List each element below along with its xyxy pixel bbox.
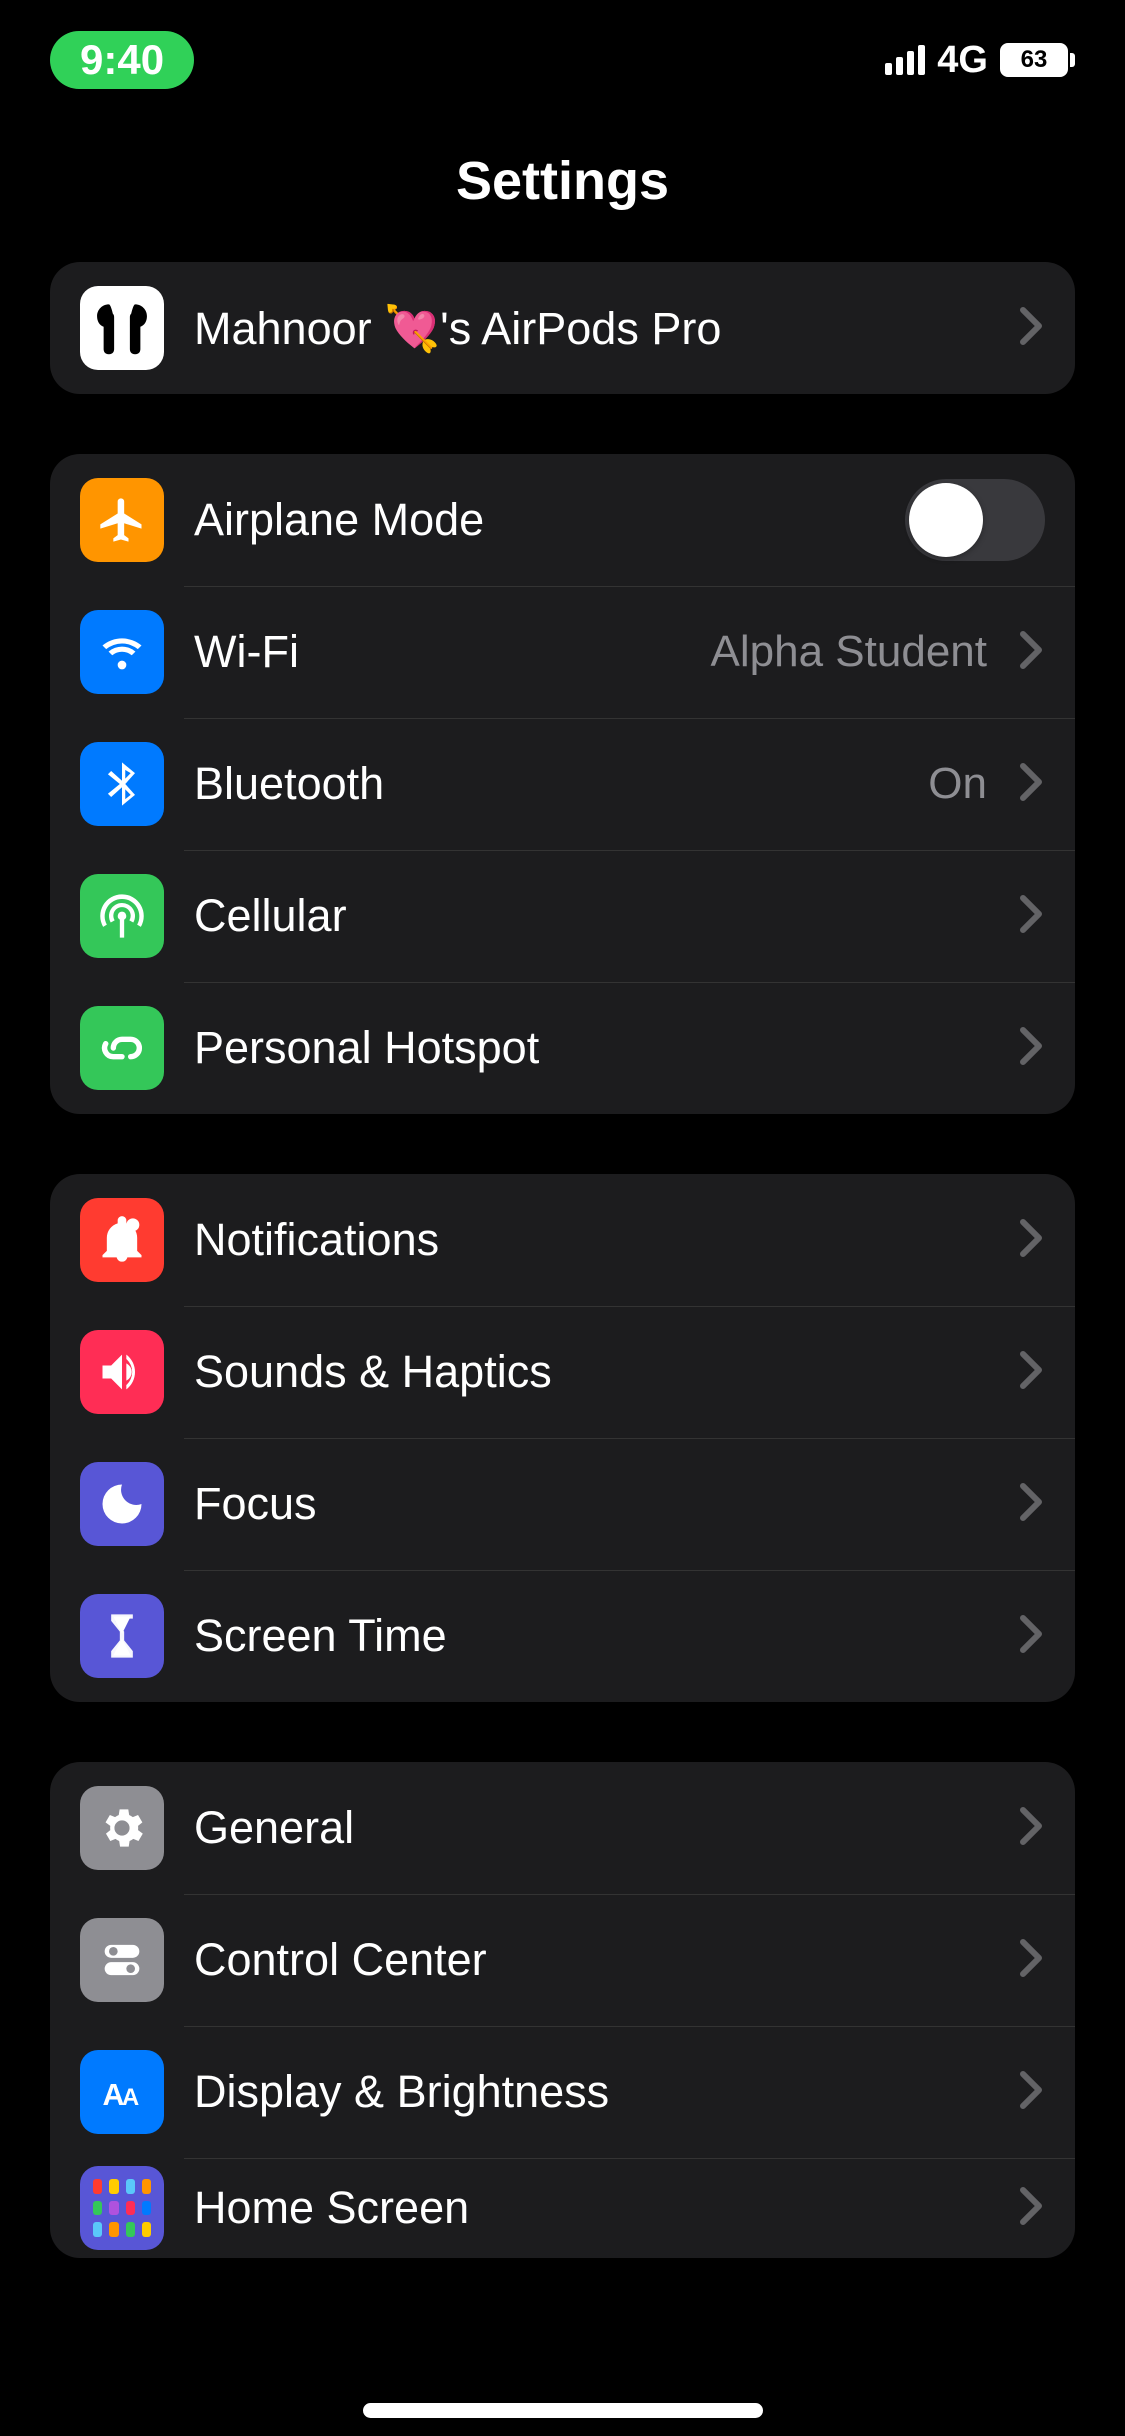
cellular-signal-icon xyxy=(885,45,925,75)
group-airpods: Mahnoor 💘's AirPods Pro xyxy=(50,262,1075,394)
display-icon: AA xyxy=(80,2050,164,2134)
network-label: 4G xyxy=(937,39,988,82)
hotspot-icon xyxy=(80,1006,164,1090)
chevron-right-icon xyxy=(1017,1614,1045,1659)
hotspot-label: Personal Hotspot xyxy=(194,1022,987,1074)
chevron-right-icon xyxy=(1017,306,1045,351)
row-airpods[interactable]: Mahnoor 💘's AirPods Pro xyxy=(50,262,1075,394)
focus-label: Focus xyxy=(194,1478,987,1530)
row-hotspot[interactable]: Personal Hotspot xyxy=(50,982,1075,1114)
group-alerts: Notifications Sounds & Haptics Focus xyxy=(50,1174,1075,1702)
wifi-icon xyxy=(80,610,164,694)
chevron-right-icon xyxy=(1017,630,1045,675)
screen-time-icon xyxy=(80,1594,164,1678)
chevron-right-icon xyxy=(1017,1026,1045,1071)
group-connectivity: Airplane Mode Wi-Fi Alpha Student Blueto… xyxy=(50,454,1075,1114)
home-screen-icon xyxy=(80,2166,164,2250)
general-icon xyxy=(80,1786,164,1870)
bluetooth-label: Bluetooth xyxy=(194,758,898,810)
notifications-label: Notifications xyxy=(194,1214,987,1266)
home-screen-label: Home Screen xyxy=(194,2182,987,2234)
row-cellular[interactable]: Cellular xyxy=(50,850,1075,982)
chevron-right-icon xyxy=(1017,2070,1045,2115)
status-right: 4G 63 xyxy=(885,39,1075,82)
row-control-center[interactable]: Control Center xyxy=(50,1894,1075,2026)
airplane-label: Airplane Mode xyxy=(194,494,875,546)
cellular-label: Cellular xyxy=(194,890,987,942)
chevron-right-icon xyxy=(1017,894,1045,939)
group-system: General Control Center AA Display & Brig… xyxy=(50,1762,1075,2258)
row-screen-time[interactable]: Screen Time xyxy=(50,1570,1075,1702)
notifications-icon xyxy=(80,1198,164,1282)
display-label: Display & Brightness xyxy=(194,2066,987,2118)
battery-icon: 63 xyxy=(1000,43,1075,77)
row-display[interactable]: AA Display & Brightness xyxy=(50,2026,1075,2158)
airpods-icon xyxy=(80,286,164,370)
focus-icon xyxy=(80,1462,164,1546)
home-indicator[interactable] xyxy=(363,2403,763,2418)
svg-text:A: A xyxy=(122,2084,139,2111)
airplane-toggle[interactable] xyxy=(905,479,1045,561)
row-bluetooth[interactable]: Bluetooth On xyxy=(50,718,1075,850)
chevron-right-icon xyxy=(1017,1482,1045,1527)
row-focus[interactable]: Focus xyxy=(50,1438,1075,1570)
bluetooth-detail: On xyxy=(928,759,987,809)
row-airplane-mode[interactable]: Airplane Mode xyxy=(50,454,1075,586)
sounds-label: Sounds & Haptics xyxy=(194,1346,987,1398)
sounds-icon xyxy=(80,1330,164,1414)
status-bar: 9:40 4G 63 xyxy=(0,0,1125,120)
page-header: Settings xyxy=(0,120,1125,262)
row-home-screen[interactable]: Home Screen xyxy=(50,2158,1075,2258)
chevron-right-icon xyxy=(1017,1938,1045,1983)
page-title: Settings xyxy=(0,150,1125,212)
control-center-icon xyxy=(80,1918,164,2002)
wifi-detail: Alpha Student xyxy=(711,627,987,677)
row-general[interactable]: General xyxy=(50,1762,1075,1894)
general-label: General xyxy=(194,1802,987,1854)
airpods-label: Mahnoor 💘's AirPods Pro xyxy=(194,302,987,355)
airplane-icon xyxy=(80,478,164,562)
chevron-right-icon xyxy=(1017,1350,1045,1395)
control-center-label: Control Center xyxy=(194,1934,987,1986)
chevron-right-icon xyxy=(1017,1806,1045,1851)
chevron-right-icon xyxy=(1017,1218,1045,1263)
row-notifications[interactable]: Notifications xyxy=(50,1174,1075,1306)
screen-time-label: Screen Time xyxy=(194,1610,987,1662)
row-wifi[interactable]: Wi-Fi Alpha Student xyxy=(50,586,1075,718)
battery-level: 63 xyxy=(1000,43,1068,77)
cellular-icon xyxy=(80,874,164,958)
chevron-right-icon xyxy=(1017,2186,1045,2231)
bluetooth-icon xyxy=(80,742,164,826)
chevron-right-icon xyxy=(1017,762,1045,807)
status-time-pill[interactable]: 9:40 xyxy=(50,31,194,89)
wifi-label: Wi-Fi xyxy=(194,626,681,678)
row-sounds[interactable]: Sounds & Haptics xyxy=(50,1306,1075,1438)
